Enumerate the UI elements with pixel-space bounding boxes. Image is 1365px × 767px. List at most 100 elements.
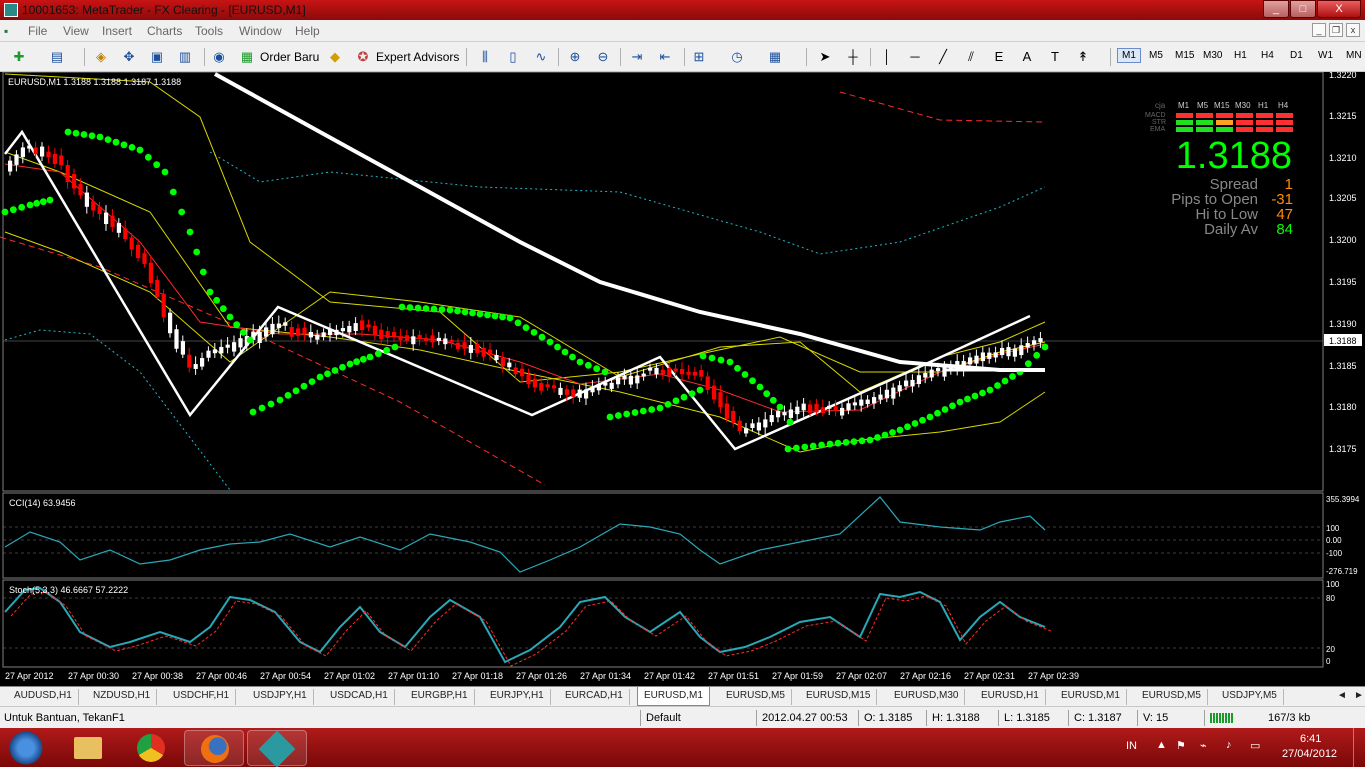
menu-insert[interactable]: Insert: [102, 24, 132, 38]
channel-icon[interactable]: ⫽: [962, 48, 980, 66]
timeframe-m30[interactable]: M30: [1203, 50, 1222, 61]
bar-chart-icon[interactable]: ⫼: [476, 48, 494, 66]
taskbar-firefox[interactable]: [184, 730, 244, 766]
tab-eurusd-m1-2[interactable]: EURUSD,M1: [1055, 689, 1127, 705]
menu-tools[interactable]: Tools: [195, 24, 223, 38]
psar-dot: [530, 329, 538, 336]
close-button[interactable]: X: [1317, 0, 1361, 18]
taskbar-explorer[interactable]: [58, 730, 118, 766]
tray-arrow-icon[interactable]: ▲: [1156, 739, 1167, 751]
zoom-out-icon[interactable]: ⊖: [594, 48, 612, 66]
autoscroll-icon[interactable]: ⇥: [628, 48, 646, 66]
cursor-icon[interactable]: ➤: [816, 48, 834, 66]
arrows-icon[interactable]: ↟: [1074, 48, 1092, 66]
tray-monitor-icon[interactable]: ▭: [1250, 739, 1260, 752]
tab-nzdusd-h1[interactable]: NZDUSD,H1: [87, 689, 158, 705]
bear-candle: [91, 201, 96, 211]
bear-candle: [718, 392, 723, 408]
navigator-icon[interactable]: ✥: [120, 48, 138, 66]
tab-audusd-h1[interactable]: AUDUSD,H1: [8, 689, 79, 705]
expert-advisors-button[interactable]: Expert Advisors: [376, 47, 459, 67]
window-title: 10001653: MetaTrader - FX Clearing - [EU…: [22, 3, 306, 17]
stoch-axis: 100 80 20 0: [1326, 580, 1340, 666]
timeframe-w1[interactable]: W1: [1318, 50, 1333, 61]
tab-eurjpy-h1[interactable]: EURJPY,H1: [484, 689, 551, 705]
tab-usdcad-h1[interactable]: USDCAD,H1: [324, 689, 395, 705]
timeframe-h1[interactable]: H1: [1234, 50, 1247, 61]
maximize-button[interactable]: □: [1290, 0, 1316, 18]
history-center-icon[interactable]: ◉: [210, 48, 228, 66]
timeframe-mn[interactable]: MN: [1346, 50, 1362, 61]
tab-eurusd-m5-2[interactable]: EURUSD,M5: [1136, 689, 1208, 705]
menu-window[interactable]: Window: [239, 24, 282, 38]
tray-volume-icon[interactable]: ♪: [1226, 739, 1232, 751]
bull-candle: [609, 382, 614, 389]
tab-eurusd-m15[interactable]: EURUSD,M15: [800, 689, 878, 705]
long-moving-average: [214, 72, 1045, 372]
tab-eurusd-m1[interactable]: EURUSD,M1: [637, 687, 710, 706]
tab-eurusd-h1[interactable]: EURUSD,H1: [975, 689, 1046, 705]
mdi-minimize-button[interactable]: _: [1312, 23, 1326, 37]
timeframe-d1[interactable]: D1: [1290, 50, 1303, 61]
bull-candle: [232, 342, 237, 352]
strategy-tester-icon[interactable]: ▥: [176, 48, 194, 66]
price-chart[interactable]: EURUSD,M1 1.3188 1.3188 1.3187 1.3188 CC…: [0, 72, 1365, 686]
line-chart-icon[interactable]: ∿: [532, 48, 550, 66]
indicators-icon[interactable]: ⊞: [690, 48, 708, 66]
tab-usdjpy-h1[interactable]: USDJPY,H1: [247, 689, 314, 705]
new-chart-icon[interactable]: ✚: [10, 48, 28, 66]
price-tick: 1.3220: [1329, 72, 1357, 80]
mdi-restore-button[interactable]: ❐: [1329, 23, 1343, 37]
vertical-line-icon[interactable]: │: [878, 48, 896, 66]
alert-icon[interactable]: ◆: [326, 48, 344, 66]
tab-usdjpy-m5[interactable]: USDJPY,M5: [1216, 689, 1284, 705]
profiles-icon[interactable]: ▤: [48, 48, 66, 66]
chart-window[interactable]: EURUSD,M1 1.3188 1.3188 1.3187 1.3188 CC…: [0, 72, 1365, 686]
horizontal-line-icon[interactable]: ─: [906, 48, 924, 66]
tab-usdchf-h1[interactable]: USDCHF,H1: [167, 689, 237, 705]
menu-help[interactable]: Help: [295, 24, 320, 38]
menu-charts[interactable]: Charts: [147, 24, 182, 38]
psar-dot: [484, 311, 491, 319]
trendline-icon[interactable]: ╱: [934, 48, 952, 66]
mdi-close-button[interactable]: x: [1346, 23, 1360, 37]
tab-eurcad-h1[interactable]: EURCAD,H1: [559, 689, 630, 705]
text-label-icon[interactable]: T: [1046, 48, 1064, 66]
psar-dot: [461, 308, 469, 316]
timeframe-h4[interactable]: H4: [1261, 50, 1274, 61]
show-desktop-button[interactable]: [1353, 728, 1365, 767]
tab-eurusd-m30[interactable]: EURUSD,M30: [888, 689, 966, 705]
tray-flag-icon[interactable]: ⚑: [1176, 739, 1186, 752]
timeframe-m1[interactable]: M1: [1117, 48, 1141, 63]
menu-view[interactable]: View: [63, 24, 89, 38]
dashboard-cell: [1236, 113, 1253, 118]
terminal-icon[interactable]: ▣: [148, 48, 166, 66]
start-button[interactable]: [6, 730, 46, 766]
tab-eurgbp-h1[interactable]: EURGBP,H1: [405, 689, 475, 705]
tab-eurusd-m5[interactable]: EURUSD,M5: [720, 689, 792, 705]
crosshair-icon[interactable]: ┼: [844, 48, 862, 66]
minimize-button[interactable]: _: [1263, 0, 1289, 18]
candlestick-icon[interactable]: ▯: [504, 48, 522, 66]
bear-candle: [289, 327, 294, 337]
periods-icon[interactable]: ◷: [728, 48, 746, 66]
current-price-label: 1.3188: [1329, 336, 1357, 346]
menu-file[interactable]: File: [28, 24, 47, 38]
psar-dot: [699, 352, 707, 360]
zoom-in-icon[interactable]: ⊕: [566, 48, 584, 66]
fibonacci-icon[interactable]: Ε: [990, 48, 1008, 66]
tab-scroll-right-icon[interactable]: ►: [1348, 689, 1365, 705]
language-indicator[interactable]: IN: [1126, 740, 1137, 752]
timeframe-m5[interactable]: M5: [1149, 50, 1163, 61]
taskbar-metatrader[interactable]: [247, 730, 307, 767]
market-watch-icon[interactable]: ◈: [92, 48, 110, 66]
new-order-button[interactable]: Order Baru: [260, 47, 319, 67]
taskbar-chrome[interactable]: [121, 730, 181, 766]
chart-shift-icon[interactable]: ⇤: [656, 48, 674, 66]
timeframe-m15[interactable]: M15: [1175, 50, 1194, 61]
clock-time[interactable]: 6:41: [1300, 733, 1321, 745]
text-icon[interactable]: A: [1018, 48, 1036, 66]
templates-icon[interactable]: ▦: [766, 48, 784, 66]
clock-date[interactable]: 27/04/2012: [1282, 748, 1337, 760]
tray-network-icon[interactable]: ⌁: [1200, 739, 1207, 752]
